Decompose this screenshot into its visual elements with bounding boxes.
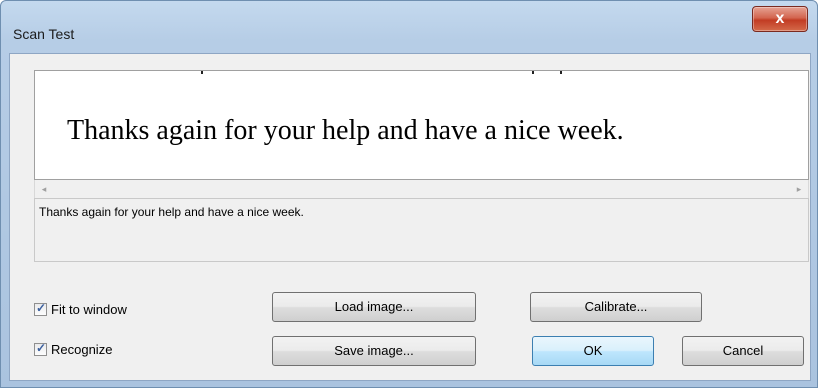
scroll-right-icon[interactable]: ▸ [792, 182, 806, 196]
cancel-button[interactable]: Cancel [682, 336, 804, 366]
recognize-checkbox[interactable]: ✓ [34, 340, 47, 356]
scroll-left-icon[interactable]: ◂ [37, 182, 51, 196]
check-icon: ✓ [36, 300, 47, 315]
image-speck [201, 71, 203, 74]
load-image-button[interactable]: Load image... [272, 292, 476, 322]
dialog-client-area: Thanks again for your help and have a ni… [9, 53, 811, 381]
calibrate-button[interactable]: Calibrate... [530, 292, 702, 322]
recognized-text-field[interactable]: Thanks again for your help and have a ni… [34, 198, 809, 262]
fit-to-window-checkbox[interactable]: ✓ [34, 300, 47, 316]
scanned-text-image: Thanks again for your help and have a ni… [67, 115, 624, 146]
close-button[interactable]: x [752, 6, 808, 32]
dialog-window: Scan Test x Thanks again for your help a… [0, 0, 818, 388]
image-speck [560, 71, 562, 74]
save-image-button[interactable]: Save image... [272, 336, 476, 366]
window-title: Scan Test [13, 26, 75, 42]
ok-button[interactable]: OK [532, 336, 654, 366]
horizontal-scrollbar[interactable]: ◂ ▸ [34, 180, 809, 198]
image-speck [532, 71, 534, 74]
recognize-option[interactable]: ✓ Recognize [34, 340, 112, 358]
fit-to-window-option[interactable]: ✓ Fit to window [34, 300, 127, 318]
fit-to-window-label: Fit to window [51, 301, 127, 317]
scanned-image-view[interactable]: Thanks again for your help and have a ni… [34, 70, 809, 180]
close-icon: x [775, 10, 785, 27]
title-bar[interactable]: Scan Test x [1, 1, 817, 53]
recognize-label: Recognize [51, 341, 113, 357]
check-icon: ✓ [36, 340, 47, 355]
recognized-text: Thanks again for your help and have a ni… [39, 205, 304, 219]
